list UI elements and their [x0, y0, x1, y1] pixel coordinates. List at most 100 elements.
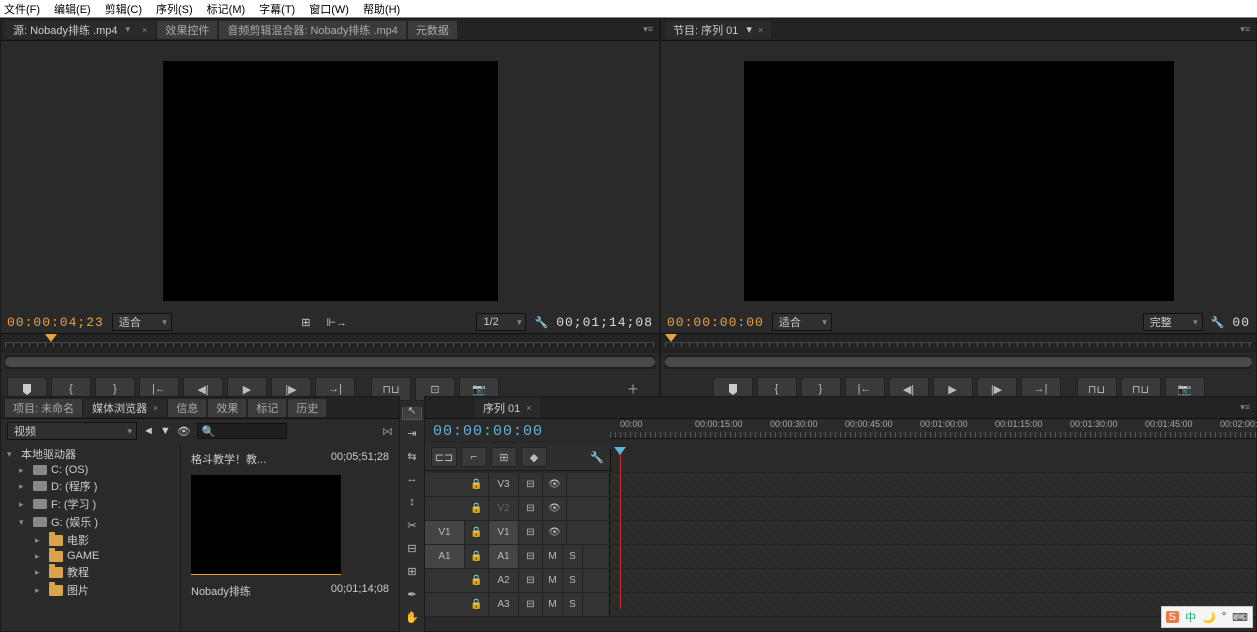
program-ruler[interactable] [661, 333, 1256, 353]
wrench-icon[interactable]: 🔧 [534, 316, 548, 329]
pen-tool[interactable]: ✒ [402, 584, 422, 604]
tab-effect-controls[interactable]: 效果控件 [157, 21, 217, 39]
menu-marker[interactable]: 标记(M) [207, 1, 246, 17]
link-icon[interactable]: ⋈ [382, 425, 393, 438]
settings-icon[interactable]: ⊞ [301, 316, 310, 329]
source-ruler[interactable] [1, 333, 659, 353]
lock-icon[interactable]: 🔒 [465, 569, 489, 592]
close-icon[interactable]: × [153, 403, 158, 413]
panel-menu-icon[interactable]: ▾≡ [1240, 402, 1250, 413]
program-quality-dropdown[interactable]: 完整 [1143, 313, 1203, 331]
eye-icon[interactable]: 👁 [177, 425, 191, 438]
rate-stretch-tool[interactable]: ↕ [402, 492, 422, 512]
program-viewer[interactable] [744, 61, 1174, 301]
mute-button[interactable]: M [543, 545, 563, 568]
tab-sequence[interactable]: 序列 01× [475, 399, 540, 417]
tab-markers[interactable]: 标记 [248, 399, 286, 417]
tab-fx[interactable]: 效果 [208, 399, 246, 417]
close-icon[interactable]: × [142, 25, 147, 35]
tree-folder-movie[interactable]: ▸电影 [7, 531, 174, 549]
panel-menu-icon[interactable]: ▾≡ [1240, 24, 1250, 35]
timeline-timecode[interactable]: 00:00:00:00 [433, 423, 543, 440]
toggle-output-icon[interactable]: ⊟ [519, 569, 543, 592]
track-label[interactable]: A1 [489, 545, 519, 568]
tab-metadata[interactable]: 元数据 [408, 21, 457, 39]
tree-folder-tutorial[interactable]: ▸教程 [7, 563, 174, 581]
hand-tool[interactable]: ✋ [402, 607, 422, 627]
menu-file[interactable]: 文件(F) [4, 1, 40, 17]
filter-dropdown[interactable]: 视频 [7, 422, 137, 440]
tab-info[interactable]: 信息 [168, 399, 206, 417]
solo-button[interactable]: S [563, 569, 583, 592]
ime-keyboard-icon[interactable]: ⌨ [1232, 611, 1248, 624]
close-icon[interactable]: × [526, 403, 531, 413]
tree-drive-g[interactable]: ▾G: (娱乐 ) [7, 513, 174, 531]
slip-tool[interactable]: ⊟ [402, 538, 422, 558]
tree-root[interactable]: ▾本地驱动器 [7, 445, 174, 463]
eye-icon[interactable]: 👁 [543, 497, 567, 520]
solo-button[interactable]: S [563, 545, 583, 568]
source-in-timecode[interactable]: 00:00:04;23 [7, 315, 104, 330]
menu-clip[interactable]: 剪辑(C) [105, 1, 142, 17]
toggle-output-icon[interactable]: ⊟ [519, 593, 543, 616]
search-input[interactable]: 🔍 [197, 423, 287, 439]
ime-toolbar[interactable]: S 中 🌙 ° ⌨ [1161, 606, 1253, 628]
menu-help[interactable]: 帮助(H) [363, 1, 400, 17]
track-select-tool[interactable]: ⇥ [402, 423, 422, 443]
back-icon[interactable]: ◄ [143, 425, 154, 437]
clip-thumbnail[interactable] [191, 475, 341, 575]
toggle-output-icon[interactable]: ⊟ [519, 521, 543, 544]
tree-drive-c[interactable]: ▸C: (OS) [7, 463, 174, 477]
tab-audio-mixer[interactable]: 音频剪辑混合器: Nobady排练 .mp4 [219, 21, 406, 39]
funnel-icon[interactable]: ▼ [160, 425, 171, 437]
source-resolution-dropdown[interactable]: 1/2 [476, 313, 526, 331]
program-fit-dropdown[interactable]: 适合 [772, 313, 832, 331]
menu-window[interactable]: 窗口(W) [309, 1, 349, 17]
track-a1[interactable]: A1 🔒 A1 ⊟ M S [425, 545, 1256, 569]
tree-folder-game[interactable]: ▸GAME [7, 549, 174, 563]
solo-button[interactable]: S [563, 593, 583, 616]
program-scrollbar[interactable] [665, 355, 1252, 369]
source-out-timecode[interactable]: 00;01;14;08 [556, 315, 653, 330]
toggle-output-icon[interactable]: ⊟ [519, 545, 543, 568]
source-scrollbar[interactable] [5, 355, 655, 369]
ripple-edit-tool[interactable]: ⇆ [402, 446, 422, 466]
tab-source[interactable]: 源: Nobady排练 .mp4▾× [5, 21, 155, 39]
ime-punct[interactable]: ° [1222, 611, 1226, 623]
track-a3[interactable]: 🔒 A3 ⊟ M S [425, 593, 1256, 617]
lock-icon[interactable]: 🔒 [465, 521, 489, 544]
tree-folder-picture[interactable]: ▸图片 [7, 581, 174, 599]
track-v1[interactable]: V1 🔒 V1 ⊟ 👁 [425, 521, 1256, 545]
eye-icon[interactable]: 👁 [543, 473, 567, 496]
source-viewer[interactable] [163, 61, 498, 301]
source-patch-v1[interactable]: V1 [425, 521, 465, 544]
close-icon[interactable]: × [758, 25, 763, 35]
eye-icon[interactable]: 👁 [543, 521, 567, 544]
ime-lang[interactable]: 中 [1185, 609, 1196, 625]
source-patch-a1[interactable]: A1 [425, 545, 465, 568]
toggle-output-icon[interactable]: ⊟ [519, 497, 543, 520]
source-fit-dropdown[interactable]: 适合 [112, 313, 172, 331]
lock-icon[interactable]: 🔒 [465, 593, 489, 616]
razor-tool[interactable]: ✂ [402, 515, 422, 535]
panel-menu-icon[interactable]: ▾≡ [643, 24, 653, 35]
menu-edit[interactable]: 编辑(E) [54, 1, 91, 17]
track-v3[interactable]: 🔒 V3 ⊟ 👁 [425, 473, 1256, 497]
menu-title[interactable]: 字幕(T) [259, 1, 295, 17]
menu-sequence[interactable]: 序列(S) [156, 1, 193, 17]
tab-media-browser[interactable]: 媒体浏览器× [84, 399, 166, 417]
tab-history[interactable]: 历史 [288, 399, 326, 417]
timeline-ruler[interactable]: 00:00 00:00:15:00 00:00:30:00 00:00:45:0… [610, 419, 1256, 439]
tab-program[interactable]: 节目: 序列 01▾× [665, 21, 771, 39]
tab-project[interactable]: 项目: 未命名 [5, 399, 82, 417]
ime-moon-icon[interactable]: 🌙 [1202, 611, 1216, 624]
insert-icon[interactable]: ⊩→ [326, 316, 347, 329]
track-label[interactable]: V1 [489, 521, 519, 544]
wrench-icon[interactable]: 🔧 [1211, 316, 1225, 329]
tree-drive-f[interactable]: ▸F: (学习 ) [7, 495, 174, 513]
lock-icon[interactable]: 🔒 [465, 497, 489, 520]
mute-button[interactable]: M [543, 569, 563, 592]
toggle-output-icon[interactable]: ⊟ [519, 473, 543, 496]
lock-icon[interactable]: 🔒 [465, 545, 489, 568]
rolling-edit-tool[interactable]: ↔ [402, 469, 422, 489]
